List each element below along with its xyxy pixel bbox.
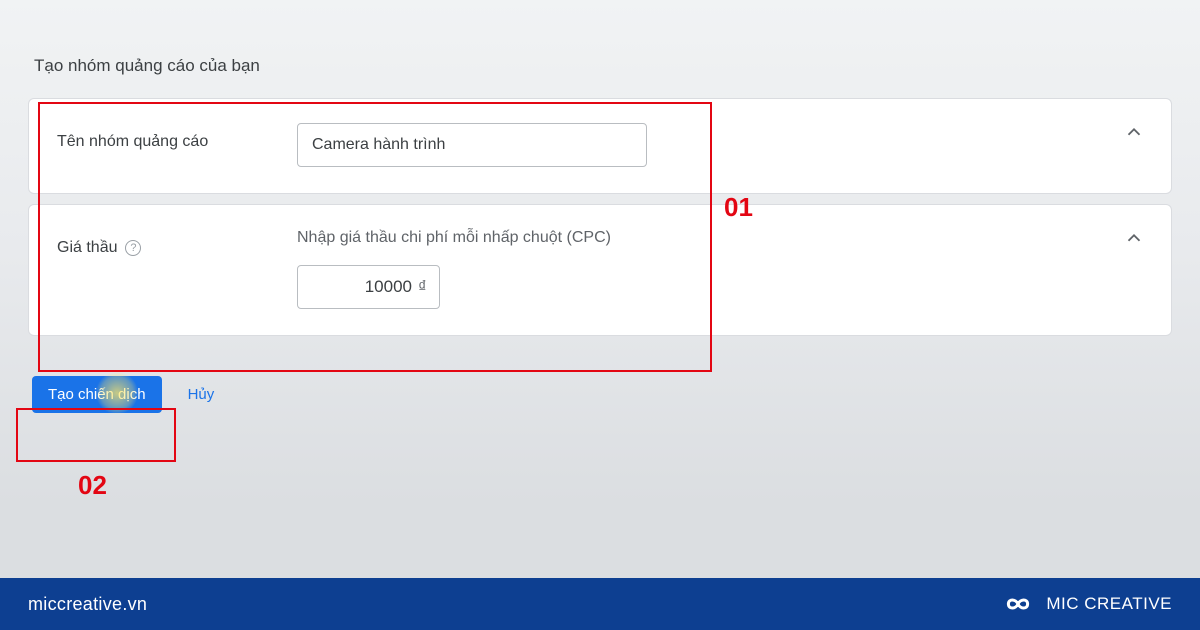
footer-site: miccreative.vn [28,594,147,615]
currency-symbol: ₫ [418,277,439,297]
collapse-icon[interactable] [1123,227,1145,249]
page-title: Tạo nhóm quảng cáo của bạn [34,56,1172,76]
annotation-label-02: 02 [78,470,107,501]
cancel-button[interactable]: Hủy [188,386,215,403]
actions-row: Tạo chiến dịch Hủy [28,346,1172,413]
ad-group-name-input[interactable] [297,123,647,167]
card-bid: Giá thầu ? Nhập giá thầu chi phí mỗi nhấ… [28,204,1172,336]
bid-label: Giá thầu ? [57,229,297,257]
create-campaign-button[interactable]: Tạo chiến dịch [32,376,162,413]
bid-input-wrap: ₫ [297,265,440,309]
help-icon[interactable]: ? [125,240,141,256]
bid-amount-input[interactable] [298,266,418,308]
footer: miccreative.vn MIC CREATIVE [0,578,1200,630]
infinity-icon [1000,590,1036,618]
footer-brand: MIC CREATIVE [1000,590,1172,618]
card-ad-group-name: Tên nhóm quảng cáo [28,98,1172,194]
bid-helper-text: Nhập giá thầu chi phí mỗi nhấp chuột (CP… [297,229,1143,247]
annotation-box-02 [16,408,176,462]
ad-group-name-label: Tên nhóm quảng cáo [57,123,297,151]
collapse-icon[interactable] [1123,121,1145,143]
